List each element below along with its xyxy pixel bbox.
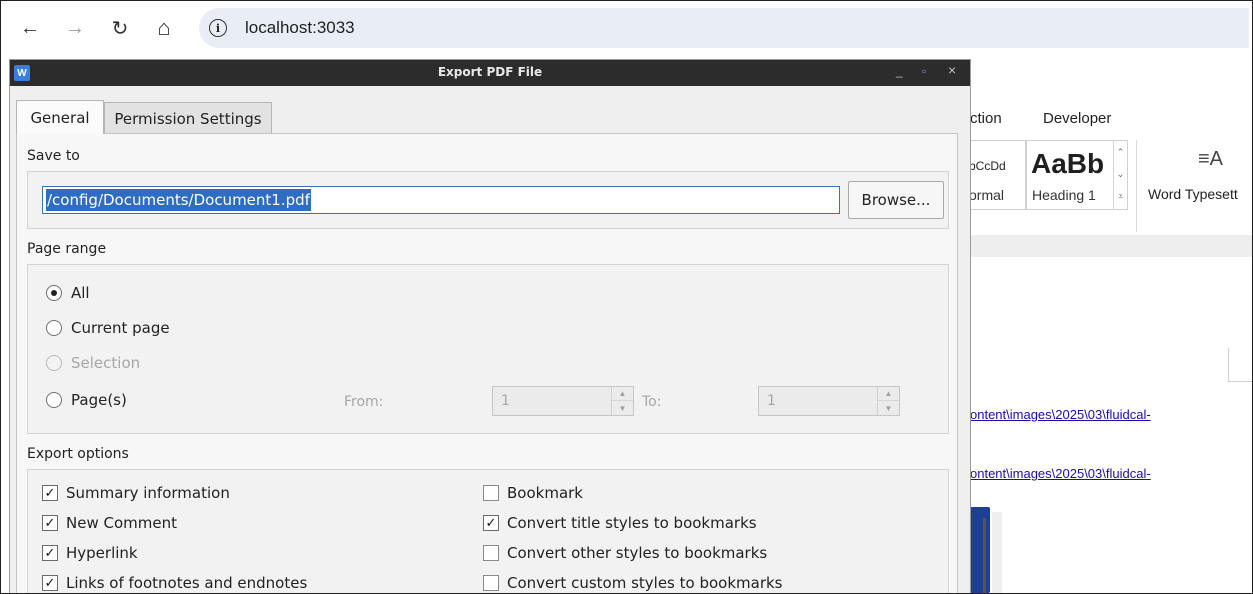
save-to-group: /config/Documents/Document1.pdf Browse..… <box>27 171 949 229</box>
style-gallery-scroll[interactable]: ⌃ ⌄ ⩡ <box>1113 141 1127 209</box>
radio-pages[interactable]: Page(s) <box>46 391 127 409</box>
style-normal[interactable]: bCcDd ormal <box>966 140 1026 210</box>
page-range-label: Page range <box>27 241 107 257</box>
forward-icon[interactable]: → <box>60 13 90 43</box>
ribbon-bottom-bar <box>940 235 1252 257</box>
ribbon: bCcDd ormal AaBb Heading 1 ⌃ ⌄ ⩡ ≡A Word T… <box>940 140 1252 235</box>
radio-all-label: All <box>71 284 90 302</box>
word-typesetting-label[interactable]: Word Typesett <box>1148 186 1238 202</box>
radio-current-page-circle[interactable] <box>46 320 62 336</box>
save-path-input[interactable]: /config/Documents/Document1.pdf <box>42 186 840 214</box>
style-heading-1[interactable]: AaBb Heading 1 ⌃ ⌄ ⩡ <box>1026 140 1128 210</box>
check-bookmark-label: Bookmark <box>507 484 583 502</box>
radio-selection-label: Selection <box>71 354 141 372</box>
browser-toolbar: ← → ↻ ⌂ i localhost:3033 <box>1 1 1252 55</box>
tab-general[interactable]: General <box>16 100 104 134</box>
style-heading-preview: AaBb <box>1031 148 1105 179</box>
from-spin-buttons: ▲ ▼ <box>611 387 633 415</box>
radio-pages-circle[interactable] <box>46 392 62 408</box>
checkbox-hyperlink[interactable]: ✓ <box>42 545 58 561</box>
maximize-icon[interactable]: ▫ <box>922 64 926 78</box>
url-text: localhost:3033 <box>245 18 355 37</box>
save-to-label: Save to <box>27 148 80 164</box>
from-up-icon: ▲ <box>612 387 633 401</box>
tab-permission-settings[interactable]: Permission Settings <box>104 102 272 134</box>
export-options-group: ✓ Summary information ✓ New Comment ✓ Hy… <box>27 469 949 594</box>
to-spin-buttons: ▲ ▼ <box>877 387 899 415</box>
checkbox-summary-information[interactable]: ✓ <box>42 485 58 501</box>
check-bookmark[interactable]: Bookmark <box>483 484 583 502</box>
document-scrollbar[interactable] <box>992 512 1002 593</box>
export-pdf-dialog: W Export PDF File _ ▫ × General Permissi… <box>9 59 971 594</box>
ribbon-tab-developer[interactable]: Developer <box>1043 110 1111 127</box>
check-new-comment[interactable]: ✓ New Comment <box>42 514 177 532</box>
radio-current-page-label: Current page <box>71 319 170 337</box>
style-normal-label: ormal <box>969 187 1005 203</box>
from-down-icon: ▼ <box>618 403 627 413</box>
radio-all-circle[interactable] <box>46 285 62 301</box>
from-label: From: <box>344 394 384 410</box>
check-title-styles-bookmarks-label: Convert title styles to bookmarks <box>507 514 757 532</box>
check-hyperlink[interactable]: ✓ Hyperlink <box>42 544 138 562</box>
dialog-title: Export PDF File <box>437 65 543 79</box>
back-icon[interactable]: ← <box>15 13 45 43</box>
ribbon-tab-section[interactable]: ction <box>970 110 1002 127</box>
check-title-styles-bookmarks[interactable]: ✓ Convert title styles to bookmarks <box>483 514 757 532</box>
check-other-styles-bookmarks[interactable]: Convert other styles to bookmarks <box>483 544 767 562</box>
style-heading-label: Heading 1 <box>1032 187 1096 203</box>
checkbox-bookmark[interactable] <box>483 485 499 501</box>
check-footnote-links-label: Links of footnotes and endnotes <box>66 574 308 592</box>
checkbox-footnote-links[interactable]: ✓ <box>42 575 58 591</box>
to-down-icon: ▼ <box>884 403 893 413</box>
browse-button[interactable]: Browse... <box>848 181 944 219</box>
to-label: To: <box>642 394 662 410</box>
dialog-scrollbar[interactable] <box>960 87 970 594</box>
checkbox-new-comment[interactable]: ✓ <box>42 515 58 531</box>
save-path-text: /config/Documents/Document1.pdf <box>46 189 311 211</box>
close-icon[interactable]: × <box>948 62 956 78</box>
to-spinbox: 1 ▲ ▼ <box>758 386 900 416</box>
from-value: 1 <box>501 393 510 409</box>
checkbox-title-styles-bookmarks[interactable]: ✓ <box>483 515 499 531</box>
check-custom-styles-bookmarks[interactable]: Convert custom styles to bookmarks <box>483 574 783 592</box>
background-document-app: ction Developer bCcDd ormal AaBb Heading… <box>940 85 1252 593</box>
dialog-titlebar[interactable]: W Export PDF File _ ▫ × <box>10 60 970 86</box>
document-image <box>970 507 990 593</box>
document-link[interactable]: ontent\images\2025\03\fluidcal- <box>970 466 1151 481</box>
check-new-comment-label: New Comment <box>66 514 177 532</box>
checkbox-other-styles-bookmarks[interactable] <box>483 545 499 561</box>
check-summary-information[interactable]: ✓ Summary information <box>42 484 230 502</box>
word-typesetting-icon[interactable]: ≡A <box>1198 148 1223 171</box>
radio-pages-label: Page(s) <box>71 391 127 409</box>
minimize-icon[interactable]: _ <box>896 64 903 78</box>
to-value: 1 <box>767 393 776 409</box>
radio-current-page[interactable]: Current page <box>46 319 170 337</box>
reload-icon[interactable]: ↻ <box>105 13 135 43</box>
address-bar[interactable]: i localhost:3033 <box>199 8 1249 48</box>
check-hyperlink-label: Hyperlink <box>66 544 138 562</box>
check-other-styles-bookmarks-label: Convert other styles to bookmarks <box>507 544 768 562</box>
check-summary-information-label: Summary information <box>66 484 230 502</box>
radio-all[interactable]: All <box>46 284 90 302</box>
check-footnote-links[interactable]: ✓ Links of footnotes and endnotes <box>42 574 307 592</box>
radio-selection-circle <box>46 355 62 371</box>
document-image-bar <box>983 518 986 593</box>
home-icon[interactable]: ⌂ <box>149 13 179 43</box>
export-options-label: Export options <box>27 446 129 462</box>
style-normal-preview: bCcDd <box>969 159 1006 173</box>
checkbox-custom-styles-bookmarks[interactable] <box>483 575 499 591</box>
page-range-group: All Current page Selection Page(s) From:… <box>27 264 949 434</box>
to-up-icon: ▲ <box>878 387 899 401</box>
from-spinbox: 1 ▲ ▼ <box>492 386 634 416</box>
general-pane: Save to /config/Documents/Document1.pdf … <box>16 133 958 594</box>
page-corner-marker <box>1228 348 1252 382</box>
document-link[interactable]: ontent\images\2025\03\fluidcal- <box>970 407 1151 422</box>
check-custom-styles-bookmarks-label: Convert custom styles to bookmarks <box>507 574 783 592</box>
ribbon-separator <box>1136 140 1137 232</box>
radio-selection: Selection <box>46 354 140 372</box>
info-icon[interactable]: i <box>209 19 227 37</box>
